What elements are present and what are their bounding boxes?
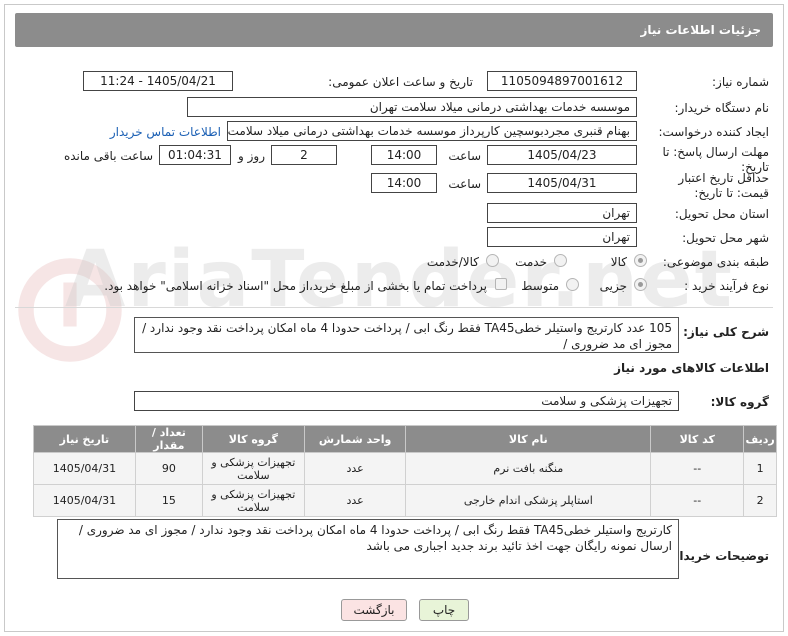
cell-code: -- [650,452,745,485]
day-and-label: روز و [238,149,265,163]
category-radio-service[interactable] [554,254,567,267]
category-option-goods: کالا [610,255,627,269]
watermark-logo-icon [18,258,122,362]
payment-note: پرداخت تمام یا بخشی از مبلغ خرید،از محل … [104,279,487,293]
validity-date-field: 1405/04/31 [487,173,637,193]
buyer-org-label: نام دستگاه خریدار: [674,101,770,115]
category-option-service: خدمت [515,255,547,269]
col-code: کد کالا [650,425,745,453]
col-unit: واحد شمارش [303,425,407,453]
cell-row: 1 [743,452,777,485]
announce-field: 1405/04/21 - 11:24 [83,71,233,91]
buyer-org-field: موسسه خدمات بهداشتی درمانی میلاد سلامت ت… [187,97,637,117]
cell-group: تجهیزات پزشکی و سلامت [201,484,305,517]
summary-field: 105 عدد کارتریج واستیلر خطیTA45 فقط رنگ … [134,317,679,353]
category-radio-goods-service[interactable] [486,254,499,267]
cell-row: 2 [743,484,777,517]
table-header-row: ردیف کد کالا نام کالا واحد شمارش گروه کا… [33,425,777,453]
cell-name: منگنه بافت نرم [405,452,652,485]
days-count-field: 2 [271,145,337,165]
province-field: تهران [487,203,637,223]
remaining-time-field: 01:04:31 [159,145,231,165]
cell-unit: عدد [303,484,407,517]
requester-label: ایجاد کننده درخواست: [658,125,769,139]
payment-checkbox[interactable] [495,278,507,290]
validity-label: حداقل تاریخ اعتبار قیمت: تا تاریخ: [678,171,769,200]
cell-code: -- [650,484,745,517]
category-radio-goods[interactable] [634,254,647,267]
validity-time-label: ساعت [448,177,481,191]
remaining-label: ساعت باقی مانده [63,149,153,163]
cell-date: 1405/04/31 [33,484,136,517]
requester-field: بهنام قنبری مجردبوسچین کارپرداز موسسه خد… [227,121,637,141]
deadline-date-field: 1405/04/23 [487,145,637,165]
cell-qty: 15 [134,484,203,517]
table-row: 2 -- استاپلر پزشکی اندام خارجی عدد تجهیز… [33,484,777,517]
col-date: تاریخ نیاز [33,425,136,453]
city-label: شهر محل تحویل: [682,231,769,245]
validity-time-field: 14:00 [371,173,437,193]
col-group: گروه کالا [201,425,305,453]
cell-unit: عدد [303,452,407,485]
deadline-time-field: 14:00 [371,145,437,165]
process-option-medium: متوسط [521,279,559,293]
need-number-field: 1105094897001612 [487,71,637,91]
goods-group-field: تجهیزات پزشکی و سلامت [134,391,679,411]
table-row: 1 -- منگنه بافت نرم عدد تجهیزات پزشکی و … [33,452,777,485]
category-option-goods-service: کالا/خدمت [426,255,479,269]
summary-label: شرح کلی نیاز: [683,325,769,339]
page-title: جزئیات اطلاعات نیاز [15,13,773,47]
divider [15,307,773,308]
items-table: ردیف کد کالا نام کالا واحد شمارش گروه کا… [33,425,777,517]
announce-label: تاریخ و ساعت اعلان عمومی: [328,75,473,89]
category-label: طبقه بندی موضوعی: [662,255,769,269]
col-row: ردیف [743,425,777,453]
city-field: تهران [487,227,637,247]
process-label: نوع فرآیند خرید : [684,279,769,293]
buyer-contact-link[interactable]: اطلاعات تماس خریدار [110,125,221,139]
need-number-label: شماره نیاز: [712,75,769,89]
page-frame: جزئیات اطلاعات نیاز AriaTender.net شماره… [4,4,784,632]
goods-info-title: اطلاعات کالاهای مورد نیاز [614,361,769,375]
process-radio-medium[interactable] [566,278,579,291]
deadline-time-label: ساعت [448,149,481,163]
province-label: استان محل تحویل: [674,207,769,221]
process-option-minor: جزیی [599,279,627,293]
cell-qty: 90 [134,452,203,485]
print-button[interactable]: چاپ [419,599,469,621]
process-radio-minor[interactable] [634,278,647,291]
cell-group: تجهیزات پزشکی و سلامت [201,452,305,485]
col-qty: تعداد / مقدار [134,425,203,453]
back-button[interactable]: بازگشت [341,599,407,621]
cell-date: 1405/04/31 [33,452,136,485]
buyer-notes-label: توضیحات خریدار: [667,549,769,563]
buyer-notes-field: کارتریج واستیلر خطیTA45 فقط رنگ ابی / پر… [57,519,679,579]
cell-name: استاپلر پزشکی اندام خارجی [405,484,652,517]
goods-group-label: گروه کالا: [710,395,769,409]
col-name: نام کالا [405,425,652,453]
